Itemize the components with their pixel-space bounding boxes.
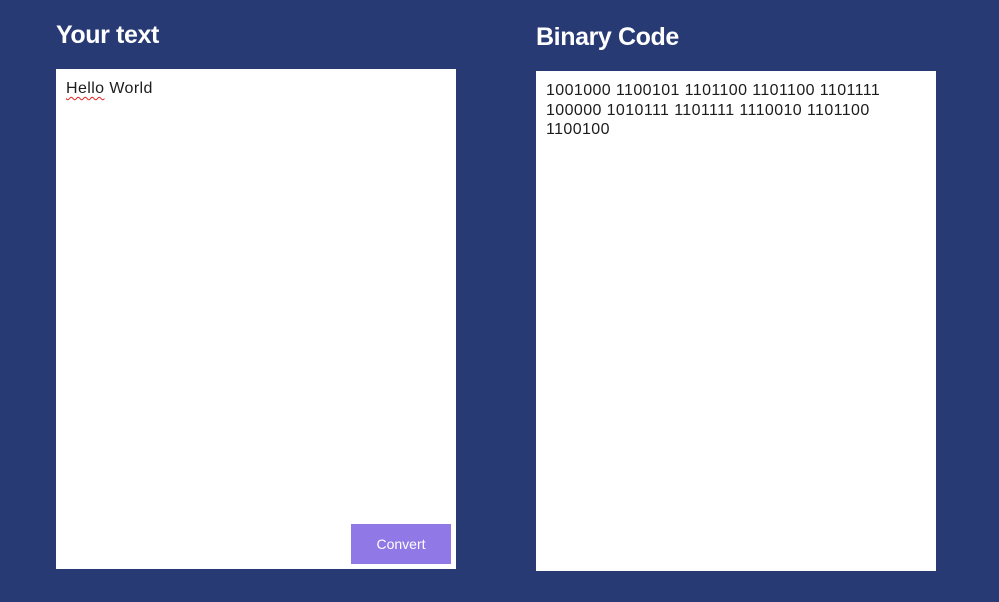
input-text-rest: World (104, 80, 153, 97)
misspelled-word: Hello (66, 80, 105, 97)
binary-code-heading: Binary Code (536, 23, 679, 51)
binary-output-value: 1001000 1100101 1101100 1101100 1101111 … (546, 82, 885, 138)
input-text-value[interactable]: Hello World (66, 79, 446, 99)
your-text-heading: Your text (56, 21, 159, 49)
convert-button[interactable]: Convert (351, 524, 451, 564)
text-input-area[interactable]: Hello World Convert (56, 69, 456, 569)
binary-output-area[interactable]: 1001000 1100101 1101100 1101100 1101111 … (536, 71, 936, 571)
